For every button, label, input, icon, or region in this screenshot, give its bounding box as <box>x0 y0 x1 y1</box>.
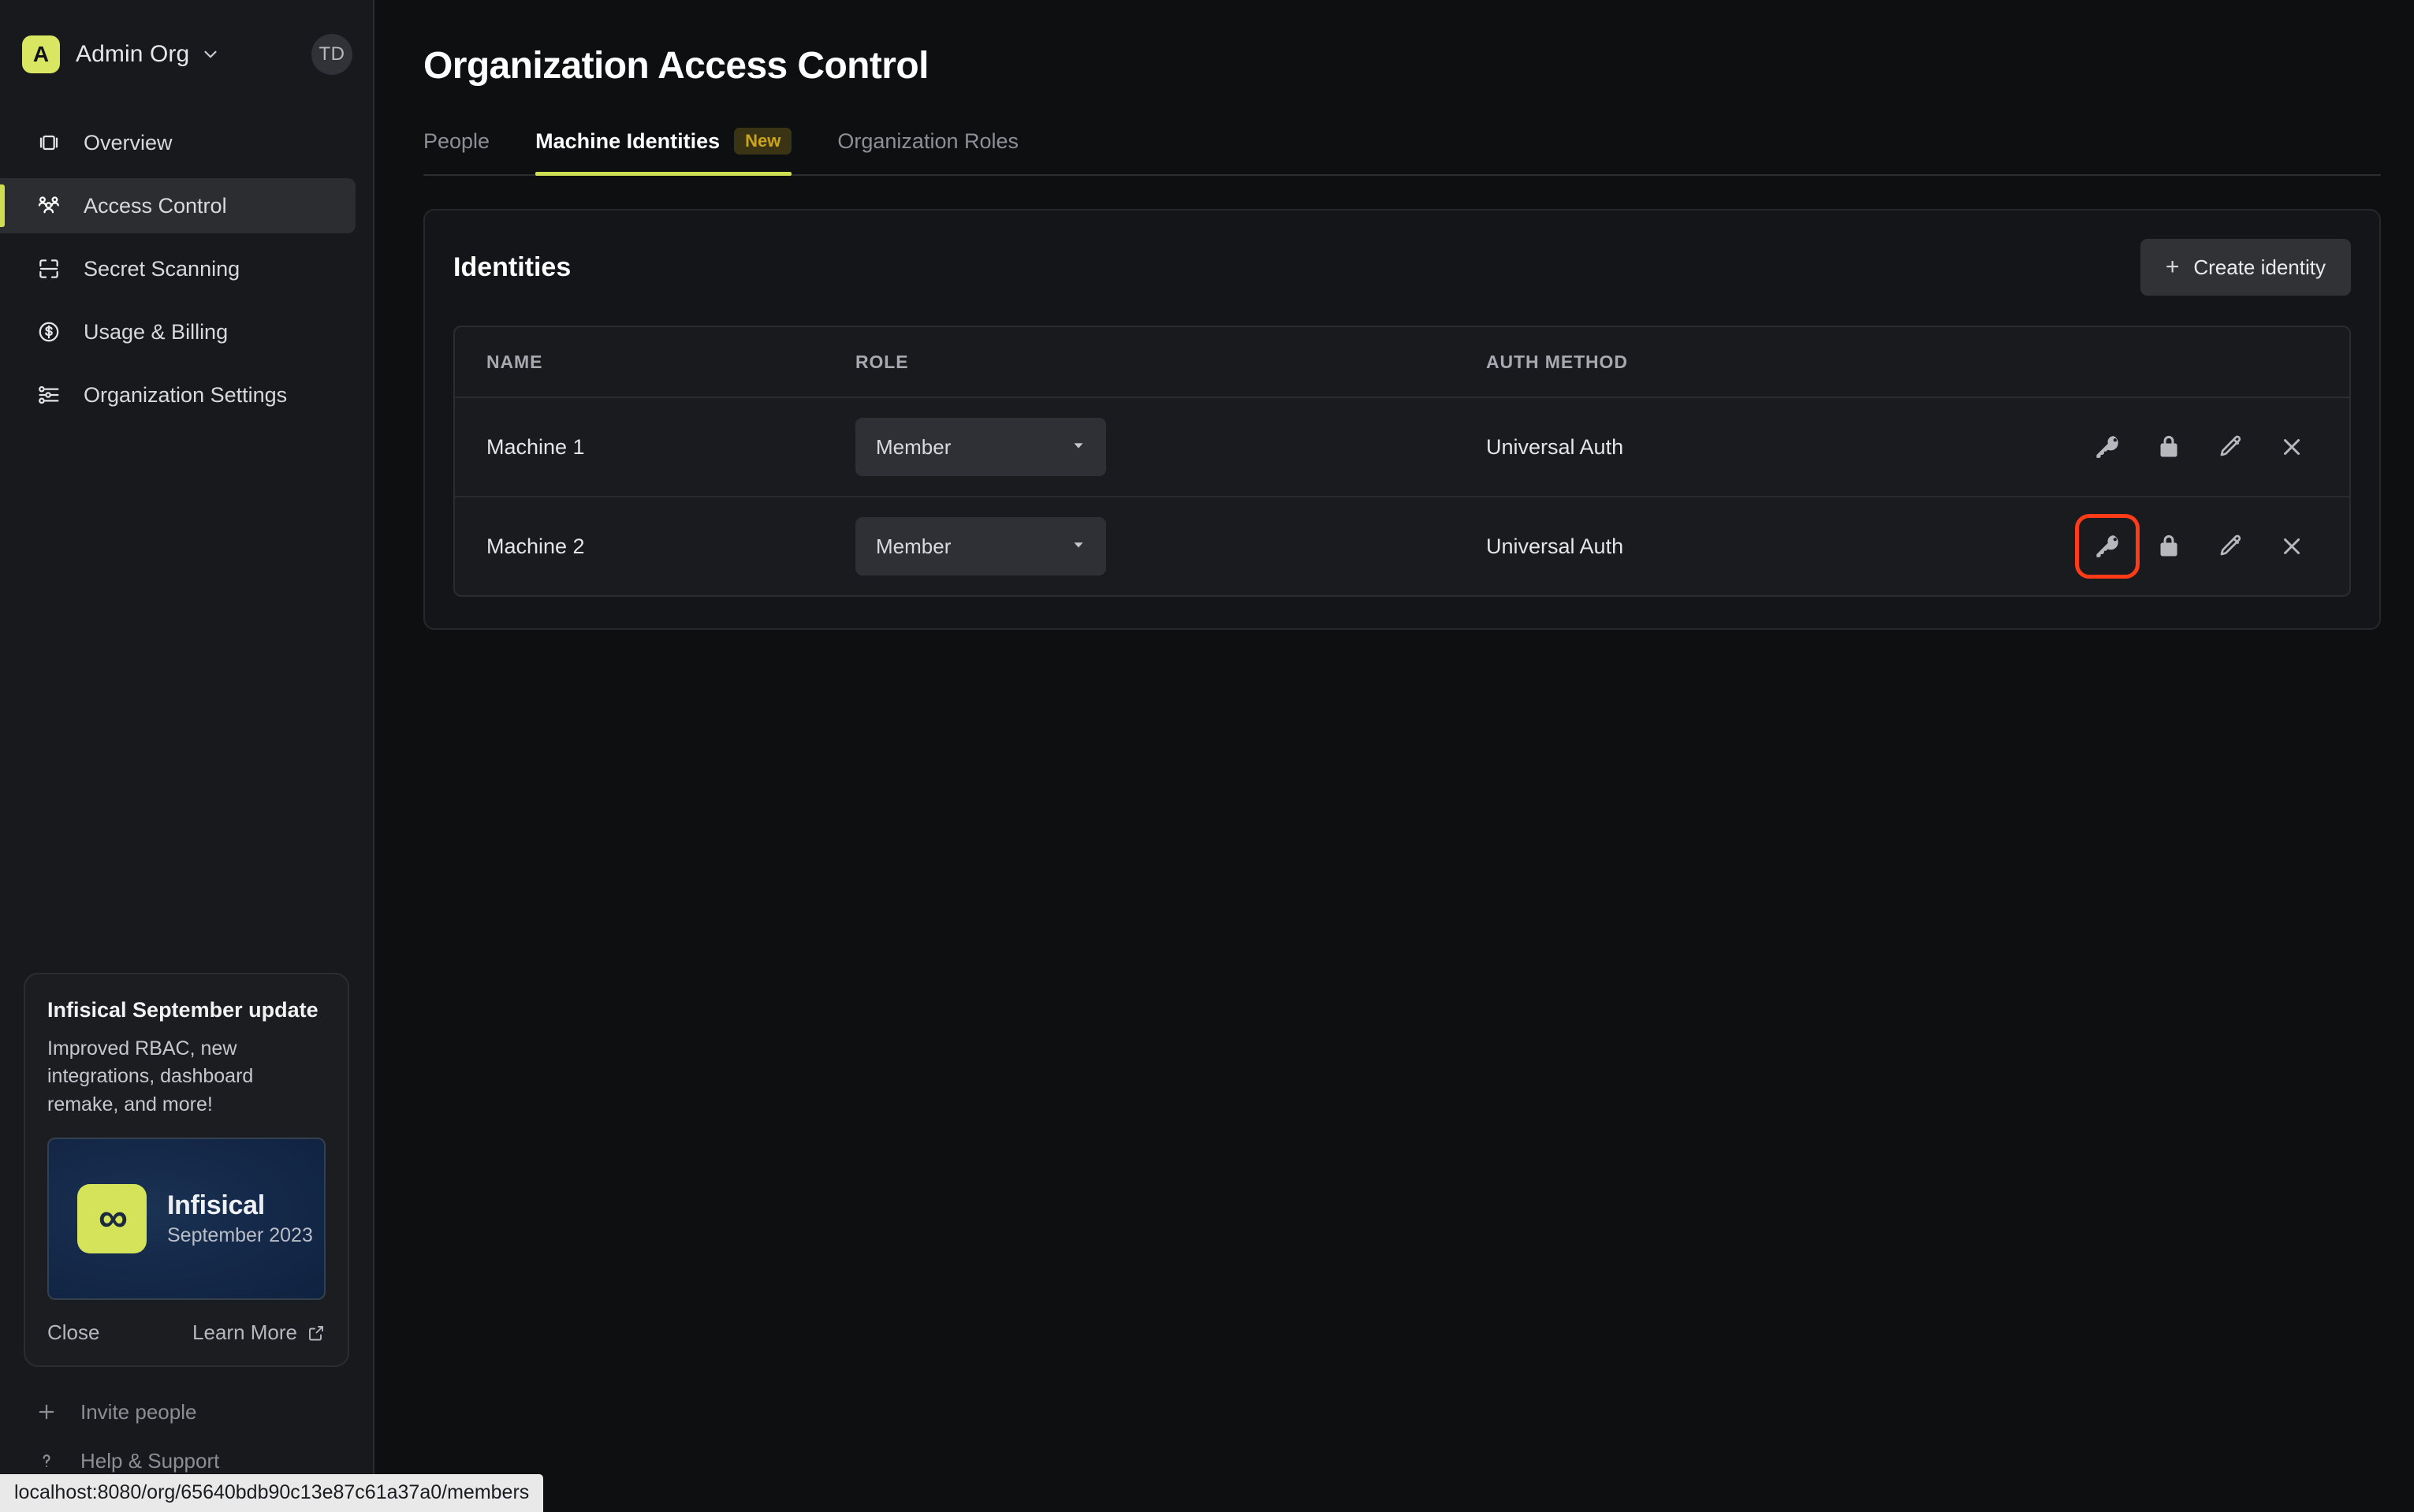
layers-icon <box>33 127 65 158</box>
tab-label: Machine Identities <box>535 128 721 153</box>
newsletter-card: Infisical September update Improved RBAC… <box>24 972 349 1367</box>
identities-panel: Identities + Create identity NAME ROLE A… <box>423 209 2381 630</box>
lock-icon[interactable] <box>2138 516 2200 577</box>
cell-name: Machine 2 <box>453 497 824 597</box>
role-dropdown[interactable]: Member <box>855 517 1106 575</box>
page-title: Organization Access Control <box>423 45 929 87</box>
sidebar-item-label: Overview <box>84 130 173 155</box>
column-header-role: ROLE <box>824 326 1455 398</box>
role-dropdown[interactable]: Member <box>855 418 1106 476</box>
create-identity-label: Create identity <box>2193 255 2326 279</box>
chevron-down-icon <box>200 44 221 65</box>
row-actions <box>2075 514 2323 579</box>
tab-machine-identities[interactable]: Machine Identities New <box>535 122 792 176</box>
org-avatar: A <box>22 35 60 73</box>
role-value: Member <box>876 434 952 459</box>
main-content: Organization Access Control People Machi… <box>374 0 2414 1512</box>
tab-label: People <box>423 128 490 153</box>
cell-auth-method: Universal Auth <box>1455 398 2045 497</box>
newsletter-close-button[interactable]: Close <box>47 1320 99 1345</box>
pencil-icon[interactable] <box>2200 516 2261 577</box>
sidebar-item-usage-billing[interactable]: Usage & Billing <box>0 304 356 359</box>
tab-bar: People Machine Identities New Organizati… <box>423 124 2381 176</box>
chevron-down-icon <box>1070 437 1087 458</box>
table-row: Machine 2 Member Universal Auth <box>453 497 2351 597</box>
create-identity-button[interactable]: + Create identity <box>2140 239 2351 296</box>
sidebar: A Admin Org TD Overview Access Control S… <box>0 0 544 1512</box>
sliders-icon <box>33 379 65 411</box>
sidebar-item-label: Usage & Billing <box>84 319 229 344</box>
sidebar-item-overview[interactable]: Overview <box>0 115 356 170</box>
sidebar-item-secret-scanning[interactable]: Secret Scanning <box>0 241 356 296</box>
help-support-label: Help & Support <box>80 1448 220 1473</box>
status-badge: New <box>734 128 792 155</box>
tab-label: Organization Roles <box>837 128 1019 153</box>
row-actions <box>2077 416 2323 478</box>
sidebar-item-organization-settings[interactable]: Organization Settings <box>0 367 356 423</box>
column-header-name: NAME <box>453 326 824 398</box>
newsletter-banner-date: September 2023 <box>167 1224 313 1246</box>
newsletter-title: Infisical September update <box>47 997 319 1022</box>
key-icon[interactable] <box>2075 514 2140 579</box>
learn-more-label: Learn More <box>192 1320 297 1344</box>
tab-organization-roles[interactable]: Organization Roles <box>837 122 1019 174</box>
sidebar-item-access-control[interactable]: Access Control <box>0 178 356 233</box>
invite-people-button[interactable]: Invite people <box>33 1387 373 1436</box>
newsletter-banner-brand: Infisical <box>167 1190 265 1220</box>
cell-role: Member <box>824 497 1455 597</box>
cell-auth-method: Universal Auth <box>1455 497 2045 597</box>
sidebar-item-label: Access Control <box>84 193 227 218</box>
table-row: Machine 1 Member Universal Auth <box>453 398 2351 497</box>
newsletter-body: Improved RBAC, new integrations, dashboa… <box>47 1037 254 1115</box>
newsletter-learn-more-link[interactable]: Learn More <box>192 1320 326 1345</box>
close-x-icon[interactable] <box>2261 516 2323 577</box>
scan-frame-icon <box>33 253 65 285</box>
column-header-actions <box>2045 326 2351 398</box>
users-group-icon <box>33 190 65 222</box>
org-switcher[interactable]: A Admin Org TD <box>0 0 373 79</box>
dollar-circle-icon <box>33 316 65 348</box>
tab-people[interactable]: People <box>423 122 490 174</box>
cell-name: Machine 1 <box>453 398 824 497</box>
sidebar-item-label: Secret Scanning <box>84 256 240 281</box>
cell-actions <box>2045 497 2351 597</box>
org-name: Admin Org <box>76 41 190 67</box>
cell-actions <box>2045 398 2351 497</box>
app-root: A Admin Org TD Overview Access Control S… <box>0 0 2414 1512</box>
table-header-row: NAME ROLE AUTH METHOD <box>453 326 2351 398</box>
lock-icon[interactable] <box>2138 416 2200 478</box>
role-value: Member <box>876 534 952 558</box>
close-x-icon[interactable] <box>2261 416 2323 478</box>
external-link-icon <box>307 1324 326 1343</box>
panel-title: Identities <box>453 251 572 282</box>
cell-role: Member <box>824 398 1455 497</box>
sidebar-item-label: Organization Settings <box>84 382 288 407</box>
status-bar-url: localhost:8080/org/65640bdb90c13e87c61a3… <box>0 1474 544 1512</box>
identities-table: NAME ROLE AUTH METHOD Machine 1 Member U… <box>453 326 2351 597</box>
plus-icon <box>33 1401 60 1423</box>
key-icon[interactable] <box>2077 416 2138 478</box>
newsletter-actions: Close Learn More <box>47 1320 326 1345</box>
sidebar-nav: Overview Access Control Secret Scanning … <box>0 115 373 430</box>
avatar[interactable]: TD <box>311 34 352 75</box>
newsletter-banner: ∞ Infisical September 2023 <box>47 1138 326 1300</box>
panel-header: Identities + Create identity <box>453 237 2351 297</box>
pencil-icon[interactable] <box>2200 416 2261 478</box>
infinity-glyph: ∞ <box>98 1195 128 1242</box>
question-icon <box>33 1450 60 1472</box>
chevron-down-icon <box>1070 536 1087 557</box>
invite-people-label: Invite people <box>80 1399 197 1424</box>
column-header-auth-method: AUTH METHOD <box>1455 326 2045 398</box>
infisical-logo-icon: ∞ <box>77 1184 147 1253</box>
plus-icon: + <box>2165 254 2180 280</box>
